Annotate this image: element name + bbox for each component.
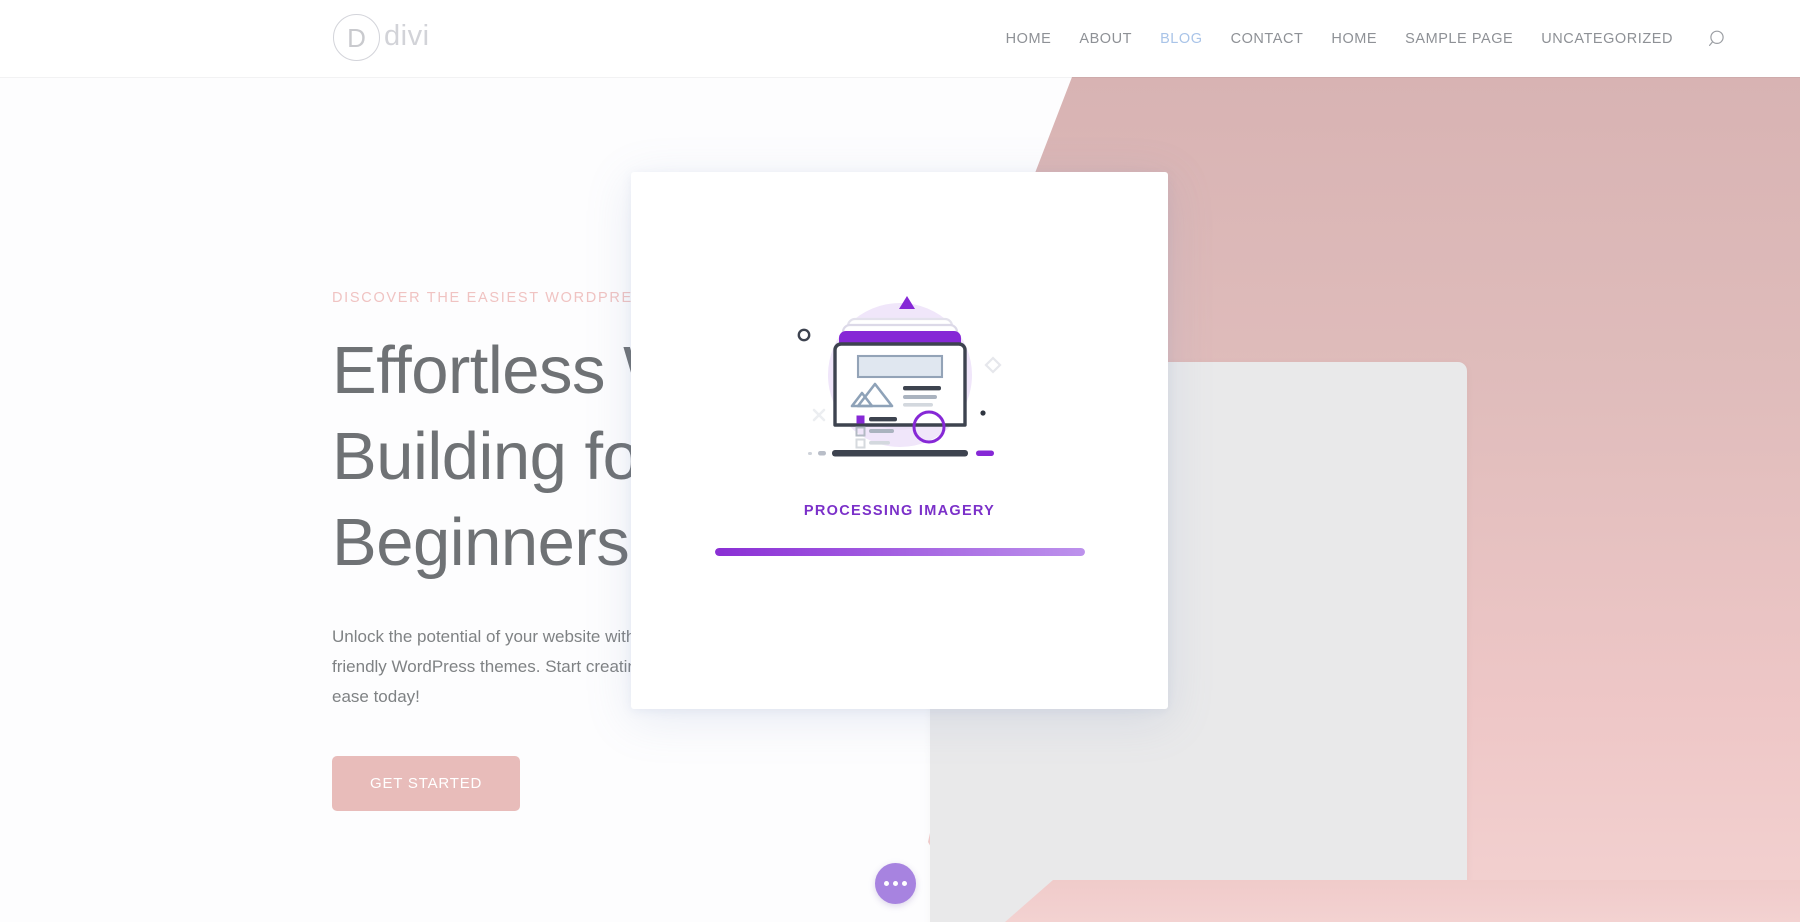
decor-pink-strip (1005, 880, 1800, 922)
site-logo[interactable]: D divi (333, 14, 430, 61)
fab-dot-1 (884, 881, 889, 886)
nav-item-blog[interactable]: BLOG (1146, 31, 1217, 47)
search-icon[interactable] (1705, 26, 1731, 52)
modal-status-text: PROCESSING IMAGERY (803, 503, 996, 519)
document-processing-illustration (780, 290, 1020, 465)
nav-item-sample-page[interactable]: SAMPLE PAGE (1391, 31, 1527, 47)
nav-item-uncategorized[interactable]: UNCATEGORIZED (1527, 31, 1687, 47)
ellipsis-icon[interactable] (875, 863, 916, 904)
page-root: D divi HOME ABOUT BLOG CONTACT HOME SAMP… (0, 0, 1800, 922)
processing-modal: PROCESSING IMAGERY (631, 172, 1168, 709)
progress-bar (714, 548, 1085, 556)
logo-mark-icon: D (333, 14, 380, 61)
logo-wordmark: divi (384, 19, 430, 52)
site-header: D divi HOME ABOUT BLOG CONTACT HOME SAMP… (0, 0, 1800, 77)
progress-bar-fill (714, 548, 1085, 556)
fab-dot-2 (893, 881, 898, 886)
primary-nav: HOME ABOUT BLOG CONTACT HOME SAMPLE PAGE… (992, 26, 1731, 52)
get-started-button[interactable]: GET STARTED (332, 756, 521, 811)
fab-dot-3 (902, 881, 907, 886)
nav-item-home-2[interactable]: HOME (1317, 31, 1391, 47)
nav-item-contact[interactable]: CONTACT (1217, 31, 1318, 47)
nav-item-home-1[interactable]: HOME (992, 31, 1066, 47)
processing-modal-wrapper: PROCESSING IMAGERY (631, 172, 1168, 709)
nav-item-about[interactable]: ABOUT (1065, 31, 1146, 47)
